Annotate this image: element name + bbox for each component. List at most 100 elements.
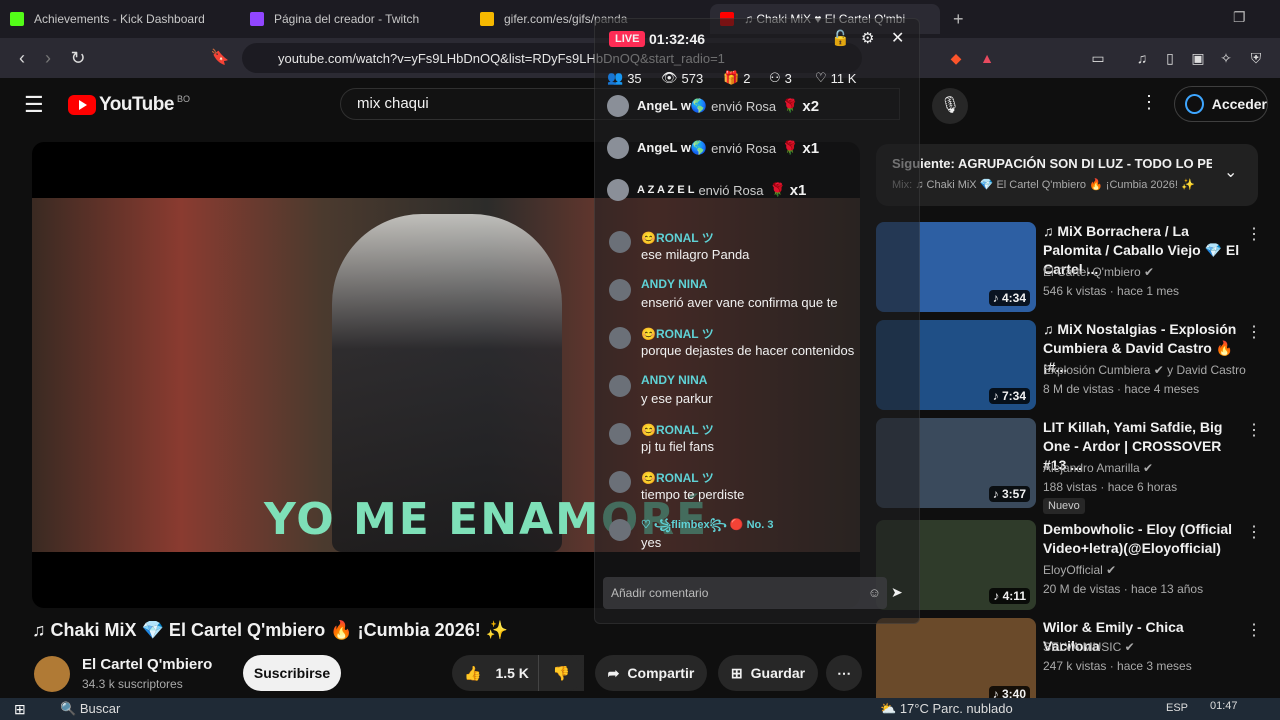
rec-menu-icon[interactable]: ⋮ xyxy=(1246,420,1262,440)
signin-button[interactable]: Acceder xyxy=(1174,86,1268,122)
media-icon[interactable]: ♫ xyxy=(1130,46,1154,70)
brave-shield-icon[interactable]: ◆ xyxy=(944,46,968,70)
gift-multiplier: x1 xyxy=(802,139,820,157)
share-value: 3 xyxy=(784,70,792,86)
bookmark-icon[interactable]: 🔖 xyxy=(208,46,232,70)
brave-rewards-icon[interactable]: ▲ xyxy=(975,46,999,70)
emoji-icon[interactable]: ☺ xyxy=(868,577,881,609)
comment-input[interactable]: Añadir comentario ☺ xyxy=(603,577,887,609)
rose-icon: 🌹 xyxy=(769,182,786,197)
channel-avatar[interactable] xyxy=(34,656,70,692)
weather-widget[interactable]: ⛅ 17°C Parc. nublado xyxy=(880,701,1013,717)
windows-taskbar: ⊞ 🔍 Buscar ⛅ 17°C Parc. nublado ESP 01:4… xyxy=(0,698,1280,720)
send-icon[interactable]: ➤ xyxy=(891,584,903,601)
settings-icon[interactable]: ⚙ xyxy=(861,29,874,47)
tab-kick[interactable]: Achievements - Kick Dashboard xyxy=(10,4,235,34)
dislike-button[interactable]: 👎 xyxy=(538,655,584,691)
clock[interactable]: 01:47 xyxy=(1210,700,1238,712)
save-icon: ⊞ xyxy=(730,664,743,681)
vpn-icon[interactable]: ⛨ xyxy=(1244,46,1268,70)
channel-name[interactable]: El Cartel Q'mbiero xyxy=(82,656,212,673)
reader-icon[interactable]: ▭ xyxy=(1086,46,1110,70)
chat-message: 😊RONAL ツ porque dejastes de hacer conteni… xyxy=(609,325,909,371)
chat-text: tiempo te perdiste xyxy=(641,487,745,502)
gifer-icon xyxy=(480,12,494,26)
chat-user: ANDY NINA xyxy=(641,277,708,291)
rec-channel: SELVA MUSIC ✔ xyxy=(1043,640,1135,654)
duration: ♪ 4:34 xyxy=(988,290,1030,306)
chat-message: ♡ ꧁flimbex꧂ 🔴 No. 3 yes xyxy=(609,517,909,563)
rec-meta: 188 vistas · hace 6 horas xyxy=(1043,480,1178,494)
like-icon: 👍 xyxy=(464,664,482,681)
recommendation-item[interactable]: ♪ 3:40 Wilor & Emily - Chica Vacilona SE… xyxy=(876,618,1268,698)
more-actions-button[interactable]: ⋯ xyxy=(826,655,862,691)
taskbar-search[interactable]: 🔍 Buscar xyxy=(60,701,120,717)
user-avatar xyxy=(609,279,631,301)
video-title: ♫ Chaki MiX 💎 El Cartel Q'mbiero 🔥 ¡Cumb… xyxy=(32,620,509,640)
user-avatar xyxy=(607,179,629,201)
back-icon[interactable]: ‹ xyxy=(10,46,34,70)
user-avatar xyxy=(609,327,631,349)
share-button[interactable]: ➦ Compartir xyxy=(595,655,707,691)
signin-label: Acceder xyxy=(1211,96,1267,112)
recommendation-item[interactable]: ♪ 4:34 ♫ MiX Borrachera / La Palomita / … xyxy=(876,222,1268,316)
rec-channel: Alejandro Amarilla ✔ xyxy=(1043,461,1154,475)
duration: ♪ 3:40 xyxy=(988,686,1030,698)
like-count: 1.5 K xyxy=(495,665,529,681)
wallet-icon[interactable]: ▣ xyxy=(1186,46,1210,70)
rec-menu-icon[interactable]: ⋮ xyxy=(1246,322,1262,342)
rec-meta: 8 M de vistas · hace 4 meses xyxy=(1043,382,1200,396)
youtube-logo[interactable]: YouTube BO xyxy=(68,94,190,116)
forward-icon[interactable]: › xyxy=(36,46,60,70)
chat-message: 😊RONAL ツ tiempo te perdiste xyxy=(609,469,909,515)
up-next-panel[interactable]: Siguiente: AGRUPACIÓN SON DI LUZ - TODO … xyxy=(876,144,1258,206)
chat-user: 😊RONAL ツ xyxy=(641,327,714,341)
tab-label: Achievements - Kick Dashboard xyxy=(34,12,205,26)
chat-text: ese milagro Panda xyxy=(641,247,750,262)
mic-icon[interactable]: 🎙 xyxy=(932,88,968,124)
live-badge: LIVE xyxy=(609,31,646,47)
save-label: Guardar xyxy=(750,665,806,681)
tab-label: Página del creador - Twitch xyxy=(274,12,420,26)
user-avatar xyxy=(609,423,631,445)
share-icon: ➦ xyxy=(607,664,620,681)
people-icon: 👥 xyxy=(607,70,624,85)
close-icon[interactable]: ✕ xyxy=(891,28,904,48)
share-label: Compartir xyxy=(627,665,695,681)
rec-meta: 247 k vistas · hace 3 meses xyxy=(1043,659,1192,673)
gift-value: 2 xyxy=(743,70,751,86)
recommendation-item[interactable]: ♪ 7:34 ♫ MiX Nostalgias - Explosión Cumb… xyxy=(876,320,1268,414)
viewer-count: 👥 35 xyxy=(607,70,642,86)
tab-twitch[interactable]: Página del creador - Twitch xyxy=(250,4,475,34)
menu-icon[interactable]: ☰ xyxy=(24,92,44,118)
rec-menu-icon[interactable]: ⋮ xyxy=(1246,224,1262,244)
rec-channel: El Cartel Q'mbiero ✔ xyxy=(1043,265,1155,279)
viewer-value: 35 xyxy=(627,70,642,86)
recommendation-item[interactable]: ♪ 3:57 LIT Killah, Yami Safdie, Big One … xyxy=(876,418,1268,514)
chat-message: ANDY NINA enserió aver vane confirma que … xyxy=(609,277,909,323)
language-indicator[interactable]: ESP xyxy=(1166,702,1188,714)
sidebar-icon[interactable]: ▯ xyxy=(1158,46,1182,70)
recommendation-item[interactable]: ♪ 4:11 Dembowholic - Eloy (Official Vide… xyxy=(876,520,1268,614)
logo-text: YouTube xyxy=(99,94,174,115)
new-tab-icon[interactable]: + xyxy=(953,9,964,30)
windows-start-icon[interactable]: ⊞ xyxy=(14,701,26,718)
rec-menu-icon[interactable]: ⋮ xyxy=(1246,522,1262,542)
rec-title: Dembowholic - Eloy (Official Video+letra… xyxy=(1043,521,1233,556)
chevron-down-icon[interactable]: ⌄ xyxy=(1224,162,1237,182)
chat-message: 😊RONAL ツ pj tu fiel fans xyxy=(609,421,909,467)
rec-menu-icon[interactable]: ⋮ xyxy=(1246,620,1262,640)
view-value: 573 xyxy=(681,70,704,86)
subscribe-button[interactable]: Suscribirse xyxy=(243,655,341,691)
rec-channel: EloyOfficial ✔ xyxy=(1043,563,1117,577)
leo-icon[interactable]: ✧ xyxy=(1214,46,1238,70)
user-avatar xyxy=(609,519,631,541)
restore-window-icon[interactable]: ❐ xyxy=(1233,9,1246,26)
more-options-icon[interactable]: ⋮ xyxy=(1140,92,1158,113)
chat-user: 😊RONAL ツ xyxy=(641,231,714,245)
reload-icon[interactable]: ↻ xyxy=(66,46,90,70)
comment-placeholder: Añadir comentario xyxy=(611,586,709,600)
rose-icon: 🌹 xyxy=(782,98,799,113)
lock-icon[interactable]: 🔓 xyxy=(831,29,850,47)
save-button[interactable]: ⊞ Guardar xyxy=(718,655,818,691)
